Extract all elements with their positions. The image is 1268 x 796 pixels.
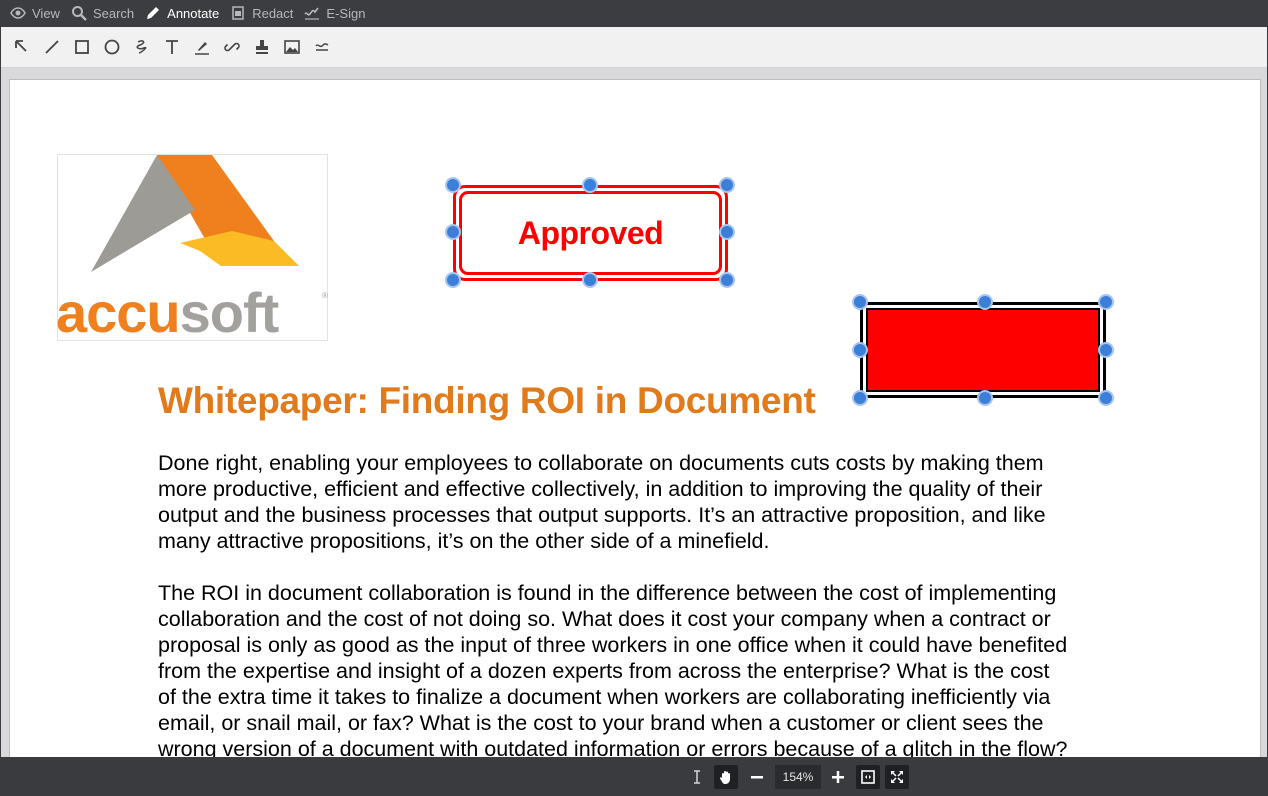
zoom-level-field[interactable]: 154%	[775, 765, 821, 789]
logo-trademark: ®	[322, 291, 328, 300]
resize-handle[interactable]	[582, 272, 598, 288]
text-selection-tool-button[interactable]	[307, 32, 337, 62]
search-icon	[71, 6, 87, 21]
highlight-tool-button[interactable]	[187, 32, 217, 62]
resize-handle[interactable]	[582, 177, 598, 193]
document-viewer[interactable]: accusoft ® Approved Whitepaper: Finding …	[1, 68, 1267, 757]
rectangle-fill	[866, 308, 1100, 392]
fit-width-icon	[861, 770, 875, 784]
highlight-icon	[195, 42, 209, 55]
resize-handle[interactable]	[1098, 294, 1114, 310]
paragraph-line: wrong version of a document with outdate…	[158, 737, 1068, 757]
text-selection-icon	[315, 43, 329, 51]
image-icon	[284, 40, 300, 54]
resize-handle[interactable]	[445, 177, 461, 193]
paragraph-line: from the expertise and insight of a doze…	[158, 659, 1050, 683]
link-icon	[224, 42, 240, 52]
fullscreen-button[interactable]	[885, 765, 909, 789]
freehand-tool-button[interactable]	[127, 32, 157, 62]
menu-esign-label: E-Sign	[326, 5, 366, 21]
rectangle-tool-button[interactable]	[67, 32, 97, 62]
pen-icon	[147, 7, 160, 19]
resize-handle[interactable]	[1098, 390, 1114, 406]
select-arrow-icon	[15, 40, 27, 52]
resize-handle[interactable]	[445, 224, 461, 240]
eye-icon	[10, 7, 26, 19]
resize-handle[interactable]	[852, 390, 868, 406]
resize-handle[interactable]	[719, 224, 735, 240]
paragraph-line: email, or snail mail, or fax? What is th…	[158, 711, 1044, 735]
menu-esign[interactable]: E-Sign	[302, 0, 374, 26]
resize-handle[interactable]	[1098, 342, 1114, 358]
paragraph-line: proposal is only as good as the input of…	[158, 633, 1068, 657]
stamp-icon	[256, 40, 268, 54]
document-page[interactable]: accusoft ® Approved Whitepaper: Finding …	[9, 79, 1261, 757]
text-select-mode-button[interactable]	[685, 765, 709, 789]
menu-search[interactable]: Search	[69, 0, 143, 26]
zoom-in-button[interactable]	[826, 765, 850, 789]
body-paragraph: Done right, enabling your employees to c…	[158, 450, 1128, 554]
resize-handle[interactable]	[852, 294, 868, 310]
bottom-toolbar: 154%	[0, 757, 1268, 796]
paragraph-line: The ROI in document collaboration is fou…	[158, 581, 1057, 605]
approved-stamp-annotation[interactable]: Approved	[445, 177, 735, 288]
signature-icon	[304, 7, 320, 20]
resize-handle[interactable]	[977, 390, 993, 406]
stamp-tool-button[interactable]	[247, 32, 277, 62]
body-paragraph: The ROI in document collaboration is fou…	[158, 580, 1128, 757]
annotation-toolbar	[1, 27, 1267, 68]
menu-search-label: Search	[92, 5, 135, 21]
paragraph-line: many attractive propositions, it’s on th…	[158, 529, 770, 553]
accusoft-logo: accusoft ®	[56, 154, 328, 344]
stamp-label: Approved	[517, 214, 664, 251]
stamp-inner-border: Approved	[459, 191, 722, 275]
menu-annotate-label: Annotate	[167, 5, 220, 21]
text-tool-button[interactable]	[157, 32, 187, 62]
document-title: Whitepaper: Finding ROI in Document	[158, 380, 816, 421]
text-cursor-icon	[694, 770, 700, 784]
line-tool-button[interactable]	[37, 32, 67, 62]
stamp-border: Approved	[453, 185, 728, 281]
main-menu-bar: View Search Annotate Redact E-Sign	[0, 0, 1268, 26]
menu-view-label: View	[32, 5, 60, 21]
zoom-out-button[interactable]	[745, 765, 769, 789]
resize-handle[interactable]	[977, 294, 993, 310]
rectangle-icon	[75, 40, 89, 54]
resize-handle[interactable]	[719, 272, 735, 288]
viewer-app: View Search Annotate Redact E-Sign accus…	[0, 0, 1268, 796]
menu-redact-label: Redact	[252, 5, 294, 21]
image-tool-button[interactable]	[277, 32, 307, 62]
hand-icon	[719, 771, 730, 784]
logo-soft: soft	[179, 281, 280, 344]
resize-handle[interactable]	[852, 342, 868, 358]
fit-width-button[interactable]	[856, 765, 880, 789]
line-icon	[45, 40, 59, 54]
text-icon	[166, 40, 178, 54]
expand-icon	[891, 771, 903, 783]
plus-icon	[832, 771, 844, 783]
paragraph-line: collaboration and the cost of not doing …	[158, 607, 1051, 631]
resize-handle[interactable]	[445, 272, 461, 288]
resize-handle[interactable]	[719, 177, 735, 193]
menu-annotate[interactable]: Annotate	[143, 0, 228, 26]
accusoft-wordmark: accusoft	[56, 281, 280, 344]
paragraph-line: more productive, efficient and effective…	[158, 477, 1043, 501]
paragraph-line: output and the business processes that o…	[158, 503, 1046, 527]
pan-mode-button[interactable]	[714, 765, 738, 789]
select-tool-button[interactable]	[7, 32, 37, 62]
ellipse-icon	[104, 39, 120, 55]
ellipse-tool-button[interactable]	[97, 32, 127, 62]
logo-accu: accu	[56, 281, 181, 344]
paragraph-line: Done right, enabling your employees to c…	[158, 451, 1044, 475]
link-tool-button[interactable]	[217, 32, 247, 62]
rectangle-annotation[interactable]	[852, 294, 1114, 406]
redact-icon	[232, 6, 244, 20]
minus-icon	[751, 776, 763, 779]
paragraph-line: of the extra time it takes to finalize a…	[158, 685, 1051, 709]
menu-view[interactable]: View	[8, 0, 69, 26]
freehand-icon	[136, 40, 147, 54]
menu-redact[interactable]: Redact	[228, 0, 302, 26]
